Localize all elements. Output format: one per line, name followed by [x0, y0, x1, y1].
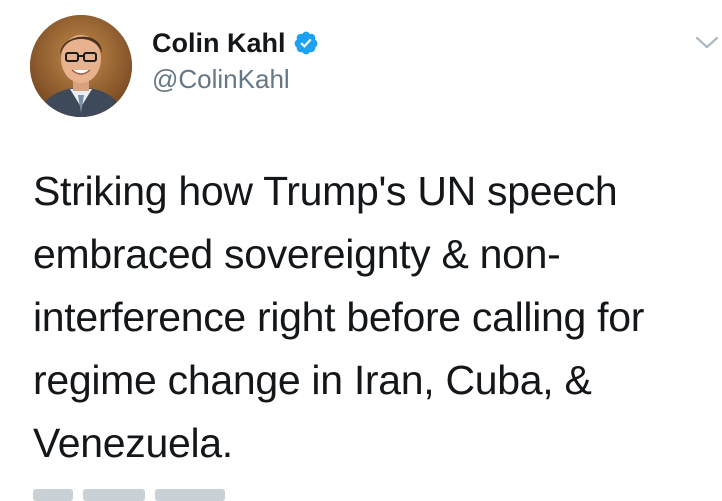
tweet-text-line: Venezuela. — [33, 420, 233, 466]
tweet-text-line: embraced sovereignty & non- — [33, 231, 561, 277]
cropped-text-fragment — [33, 489, 73, 501]
avatar[interactable] — [30, 15, 132, 117]
tweet-text: Striking how Trump's UN speech embraced … — [33, 160, 703, 475]
chevron-down-icon — [695, 36, 719, 49]
author-name-row[interactable]: Colin Kahl — [152, 27, 319, 59]
cropped-text-fragment — [83, 489, 145, 501]
tweet-text-line: Striking how Trump's UN speech — [33, 168, 618, 214]
author-handle[interactable]: @ColinKahl — [152, 63, 290, 95]
avatar-photo — [30, 15, 132, 117]
tweet-card: Colin Kahl @ColinKahl Striking how Trump… — [0, 0, 722, 501]
tweet-menu-button[interactable] — [694, 33, 720, 53]
verified-badge-icon — [293, 30, 319, 56]
cropped-text-fragment — [155, 489, 225, 501]
tweet-text-line: regime change in Iran, Cuba, & — [33, 357, 592, 403]
tweet-timestamp-cropped — [33, 489, 225, 501]
tweet-text-line: interference right before calling for — [33, 294, 645, 340]
author-display-name[interactable]: Colin Kahl — [152, 27, 286, 59]
